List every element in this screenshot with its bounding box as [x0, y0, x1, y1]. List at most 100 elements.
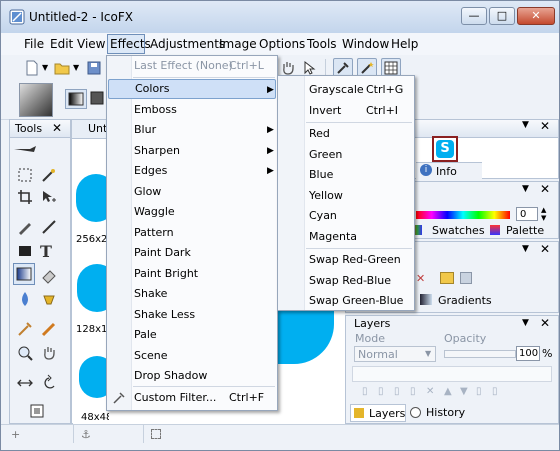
- color-panel-close-icon[interactable]: ✕: [540, 182, 550, 196]
- rotate-tool-icon[interactable]: [40, 374, 58, 392]
- layers-panel-close-icon[interactable]: ✕: [540, 316, 550, 330]
- menu-item-drop-shadow[interactable]: Drop Shadow: [107, 366, 277, 386]
- preview-panel-menu-icon[interactable]: ▼: [522, 120, 529, 130]
- menu-item-pattern[interactable]: Pattern: [107, 223, 277, 243]
- menu-item-scene[interactable]: Scene: [107, 346, 277, 366]
- gradients-panel-close-icon[interactable]: ✕: [540, 242, 550, 256]
- menu-item-sharpen[interactable]: Sharpen ▶: [107, 141, 277, 161]
- open-gradient-icon[interactable]: [440, 272, 454, 284]
- thumb-256[interactable]: 256x256: [73, 168, 109, 248]
- layers-panel-menu-icon[interactable]: ▼: [522, 318, 529, 328]
- thumb-48[interactable]: 48x48 - 32: [73, 348, 109, 424]
- new-dropdown-icon[interactable]: ▼: [42, 63, 48, 72]
- blend-mode-select[interactable]: Normal ▼: [354, 346, 436, 362]
- move-tool-icon[interactable]: [40, 188, 58, 206]
- blur-tool-icon[interactable]: [16, 290, 34, 308]
- menu-item-shake[interactable]: Shake: [107, 284, 277, 304]
- menu-view[interactable]: View: [77, 37, 105, 51]
- magic-wand-tool-icon[interactable]: [40, 166, 58, 184]
- opacity-field[interactable]: 100: [516, 346, 540, 361]
- menu-item-yellow[interactable]: Yellow: [278, 186, 414, 206]
- minimize-button[interactable]: —: [461, 7, 487, 25]
- layer-properties-icon[interactable]: ▯: [394, 386, 400, 397]
- opacity-slider[interactable]: [444, 350, 516, 358]
- gradient-tool-icon[interactable]: [13, 263, 35, 285]
- close-button[interactable]: ✕: [517, 7, 555, 25]
- menu-item-swap-green-blue[interactable]: Swap Green-Blue: [278, 291, 414, 311]
- color-value-spinner-icon[interactable]: ▲ ▼: [541, 206, 546, 222]
- menu-item-swap-red-blue[interactable]: Swap Red-Blue: [278, 271, 414, 291]
- move-layer-down-icon[interactable]: ▼: [460, 386, 468, 397]
- preview-panel-close-icon[interactable]: ✕: [540, 119, 550, 133]
- layers-tab[interactable]: Layers: [350, 404, 406, 422]
- maximize-button[interactable]: □: [489, 7, 515, 25]
- menu-window[interactable]: Window: [342, 37, 389, 51]
- color-value-field[interactable]: 0: [516, 207, 538, 221]
- delete-gradient-icon[interactable]: ✕: [416, 272, 425, 285]
- open-dropdown-icon[interactable]: ▼: [73, 63, 79, 72]
- menu-tools[interactable]: Tools: [307, 37, 337, 51]
- delete-layer-icon[interactable]: ✕: [426, 386, 434, 397]
- menu-item-green[interactable]: Green: [278, 145, 414, 165]
- menu-item-shake-less[interactable]: Shake Less: [107, 305, 277, 325]
- color-picker-tool-icon[interactable]: [16, 320, 34, 338]
- menu-edit[interactable]: Edit: [50, 37, 73, 51]
- zoom-tool-icon[interactable]: [16, 344, 34, 362]
- pan-tool-icon[interactable]: [40, 344, 58, 362]
- layer-style-icon[interactable]: ▯: [476, 386, 482, 397]
- gradients-tab[interactable]: Gradients: [416, 292, 516, 309]
- menu-effects[interactable]: Effects: [110, 37, 151, 51]
- open-folder-icon[interactable]: [53, 59, 71, 77]
- layer-list[interactable]: [352, 366, 552, 382]
- menu-item-emboss[interactable]: Emboss: [107, 100, 277, 120]
- dropper-tool-icon[interactable]: [12, 140, 38, 158]
- menu-item-invert[interactable]: Invert Ctrl+I: [278, 101, 414, 121]
- merge-layer-icon[interactable]: ▯: [410, 386, 416, 397]
- resize-tool-icon[interactable]: [16, 374, 34, 392]
- menu-item-blur[interactable]: Blur ▶: [107, 120, 277, 140]
- color-panel-menu-icon[interactable]: ▼: [522, 184, 529, 194]
- menu-item-colors[interactable]: Colors ▶: [108, 79, 276, 99]
- menu-item-waggle[interactable]: Waggle: [107, 202, 277, 222]
- pencil-tool-icon[interactable]: [16, 218, 34, 236]
- menu-item-paint-dark[interactable]: Paint Dark: [107, 243, 277, 263]
- menu-options[interactable]: Options: [259, 37, 305, 51]
- fill-tool-icon[interactable]: [40, 290, 58, 308]
- menu-item-custom-filter[interactable]: Custom Filter... Ctrl+F: [107, 388, 277, 408]
- line-tool-icon[interactable]: [40, 218, 58, 236]
- menu-file[interactable]: File: [24, 37, 44, 51]
- fill-mode-solid-icon[interactable]: [89, 89, 105, 109]
- menu-help[interactable]: Help: [391, 37, 418, 51]
- thumb-128[interactable]: 128x128: [73, 262, 109, 338]
- tools-panel-close-icon[interactable]: ✕: [52, 120, 62, 136]
- menu-item-last-effect[interactable]: Last Effect (None) Ctrl+L: [107, 56, 277, 76]
- menu-item-pale[interactable]: Pale: [107, 325, 277, 345]
- rectangle-tool-icon[interactable]: [16, 242, 34, 260]
- save-icon[interactable]: [85, 59, 103, 77]
- menu-item-cyan[interactable]: Cyan: [278, 206, 414, 226]
- move-layer-up-icon[interactable]: ▲: [444, 386, 452, 397]
- palette-tab[interactable]: Palette: [486, 223, 556, 239]
- crop-tool-icon[interactable]: [16, 188, 34, 206]
- menu-item-glow[interactable]: Glow: [107, 182, 277, 202]
- menu-item-swap-red-green[interactable]: Swap Red-Green: [278, 250, 414, 270]
- swatches-tab[interactable]: Swatches: [412, 223, 485, 239]
- new-file-icon[interactable]: [23, 59, 41, 77]
- menu-item-edges[interactable]: Edges ▶: [107, 161, 277, 181]
- menu-item-blue[interactable]: Blue: [278, 165, 414, 185]
- hue-slider[interactable]: [416, 211, 510, 219]
- fill-mode-gradient-icon[interactable]: [65, 89, 87, 109]
- save-gradient-icon[interactable]: [460, 272, 472, 284]
- new-layer-icon[interactable]: ▯: [362, 386, 368, 397]
- gradients-panel-menu-icon[interactable]: ▼: [522, 244, 529, 254]
- marquee-tool-icon[interactable]: [16, 166, 34, 184]
- menu-image[interactable]: Image: [219, 37, 257, 51]
- brush-preview[interactable]: [19, 83, 53, 117]
- layer-misc-icon[interactable]: ▯: [492, 386, 498, 397]
- menu-adjustments[interactable]: Adjustments: [150, 37, 225, 51]
- duplicate-layer-icon[interactable]: ▯: [378, 386, 384, 397]
- eraser-tool-icon[interactable]: [40, 266, 58, 284]
- info-tab[interactable]: i Info: [416, 162, 482, 180]
- menu-item-paint-bright[interactable]: Paint Bright: [107, 264, 277, 284]
- menu-item-grayscale[interactable]: Grayscale Ctrl+G: [278, 80, 414, 100]
